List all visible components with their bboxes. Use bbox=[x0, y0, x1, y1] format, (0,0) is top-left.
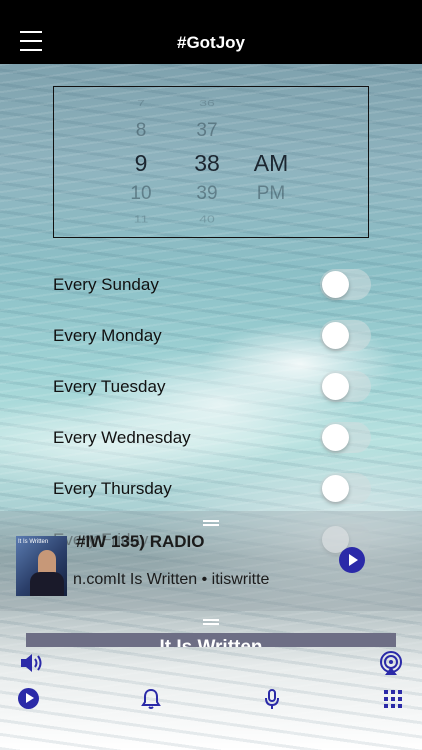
bell-icon[interactable] bbox=[141, 688, 161, 710]
day-row-monday: Every Monday bbox=[0, 315, 422, 355]
monday-toggle[interactable] bbox=[320, 320, 371, 351]
day-label: Every Thursday bbox=[53, 479, 172, 498]
mini-player[interactable]: It Is Written #IW 135) RADIO n.comIt Is … bbox=[0, 511, 422, 611]
thursday-toggle[interactable] bbox=[320, 473, 371, 504]
drag-handle[interactable] bbox=[203, 520, 219, 526]
station-title: #IW 135) RADIO bbox=[76, 532, 205, 551]
day-label: Every Wednesday bbox=[53, 428, 191, 447]
drag-handle[interactable] bbox=[203, 619, 219, 625]
microphone-icon[interactable] bbox=[262, 688, 282, 712]
app-header: #GotJoy bbox=[0, 0, 422, 64]
station-artwork: It Is Written bbox=[16, 536, 67, 596]
hour-option[interactable]: 7 bbox=[106, 98, 176, 108]
tuesday-toggle[interactable] bbox=[320, 371, 371, 402]
wednesday-toggle[interactable] bbox=[320, 422, 371, 453]
hour-wheel[interactable]: 7 8 9 10 11 bbox=[106, 87, 176, 239]
minute-option[interactable]: 36 bbox=[172, 98, 242, 108]
day-label: Every Monday bbox=[53, 326, 162, 345]
now-playing-bar[interactable]: It Is Written bbox=[26, 633, 396, 647]
time-picker[interactable]: 7 8 9 10 11 36 37 38 39 40 AM PM bbox=[53, 86, 369, 238]
hour-option[interactable]: 8 bbox=[106, 120, 176, 142]
sunday-toggle[interactable] bbox=[320, 269, 371, 300]
day-row-thursday: Every Thursday bbox=[0, 468, 422, 508]
period-wheel[interactable]: AM PM bbox=[236, 87, 306, 239]
hour-selected[interactable]: 9 bbox=[106, 150, 176, 177]
grid-icon[interactable] bbox=[384, 690, 402, 708]
minute-selected[interactable]: 38 bbox=[172, 150, 242, 177]
airplay-icon[interactable] bbox=[378, 650, 404, 676]
period-option[interactable]: PM bbox=[236, 183, 306, 205]
artwork-text: It Is Written bbox=[18, 539, 49, 545]
minute-wheel[interactable]: 36 37 38 39 40 bbox=[172, 87, 242, 239]
mini-play-button[interactable] bbox=[339, 547, 365, 573]
day-label: Every Sunday bbox=[53, 275, 159, 294]
day-row-wednesday: Every Wednesday bbox=[0, 417, 422, 457]
now-playing-title: It Is Written bbox=[26, 637, 396, 647]
minute-option[interactable]: 40 bbox=[172, 213, 242, 224]
day-row-sunday: Every Sunday bbox=[0, 264, 422, 304]
day-label: Every Tuesday bbox=[53, 377, 166, 396]
minute-option[interactable]: 39 bbox=[172, 183, 242, 205]
period-selected[interactable]: AM bbox=[236, 150, 306, 177]
station-subtitle: n.comIt Is Written • itiswritte bbox=[73, 571, 270, 588]
hour-option[interactable]: 10 bbox=[106, 183, 176, 205]
day-row-tuesday: Every Tuesday bbox=[0, 366, 422, 406]
speaker-icon[interactable] bbox=[19, 651, 45, 675]
hour-option[interactable]: 11 bbox=[106, 213, 176, 224]
minute-option[interactable]: 37 bbox=[172, 120, 242, 142]
play-icon[interactable] bbox=[18, 688, 39, 709]
page-title: #GotJoy bbox=[176, 33, 246, 52]
